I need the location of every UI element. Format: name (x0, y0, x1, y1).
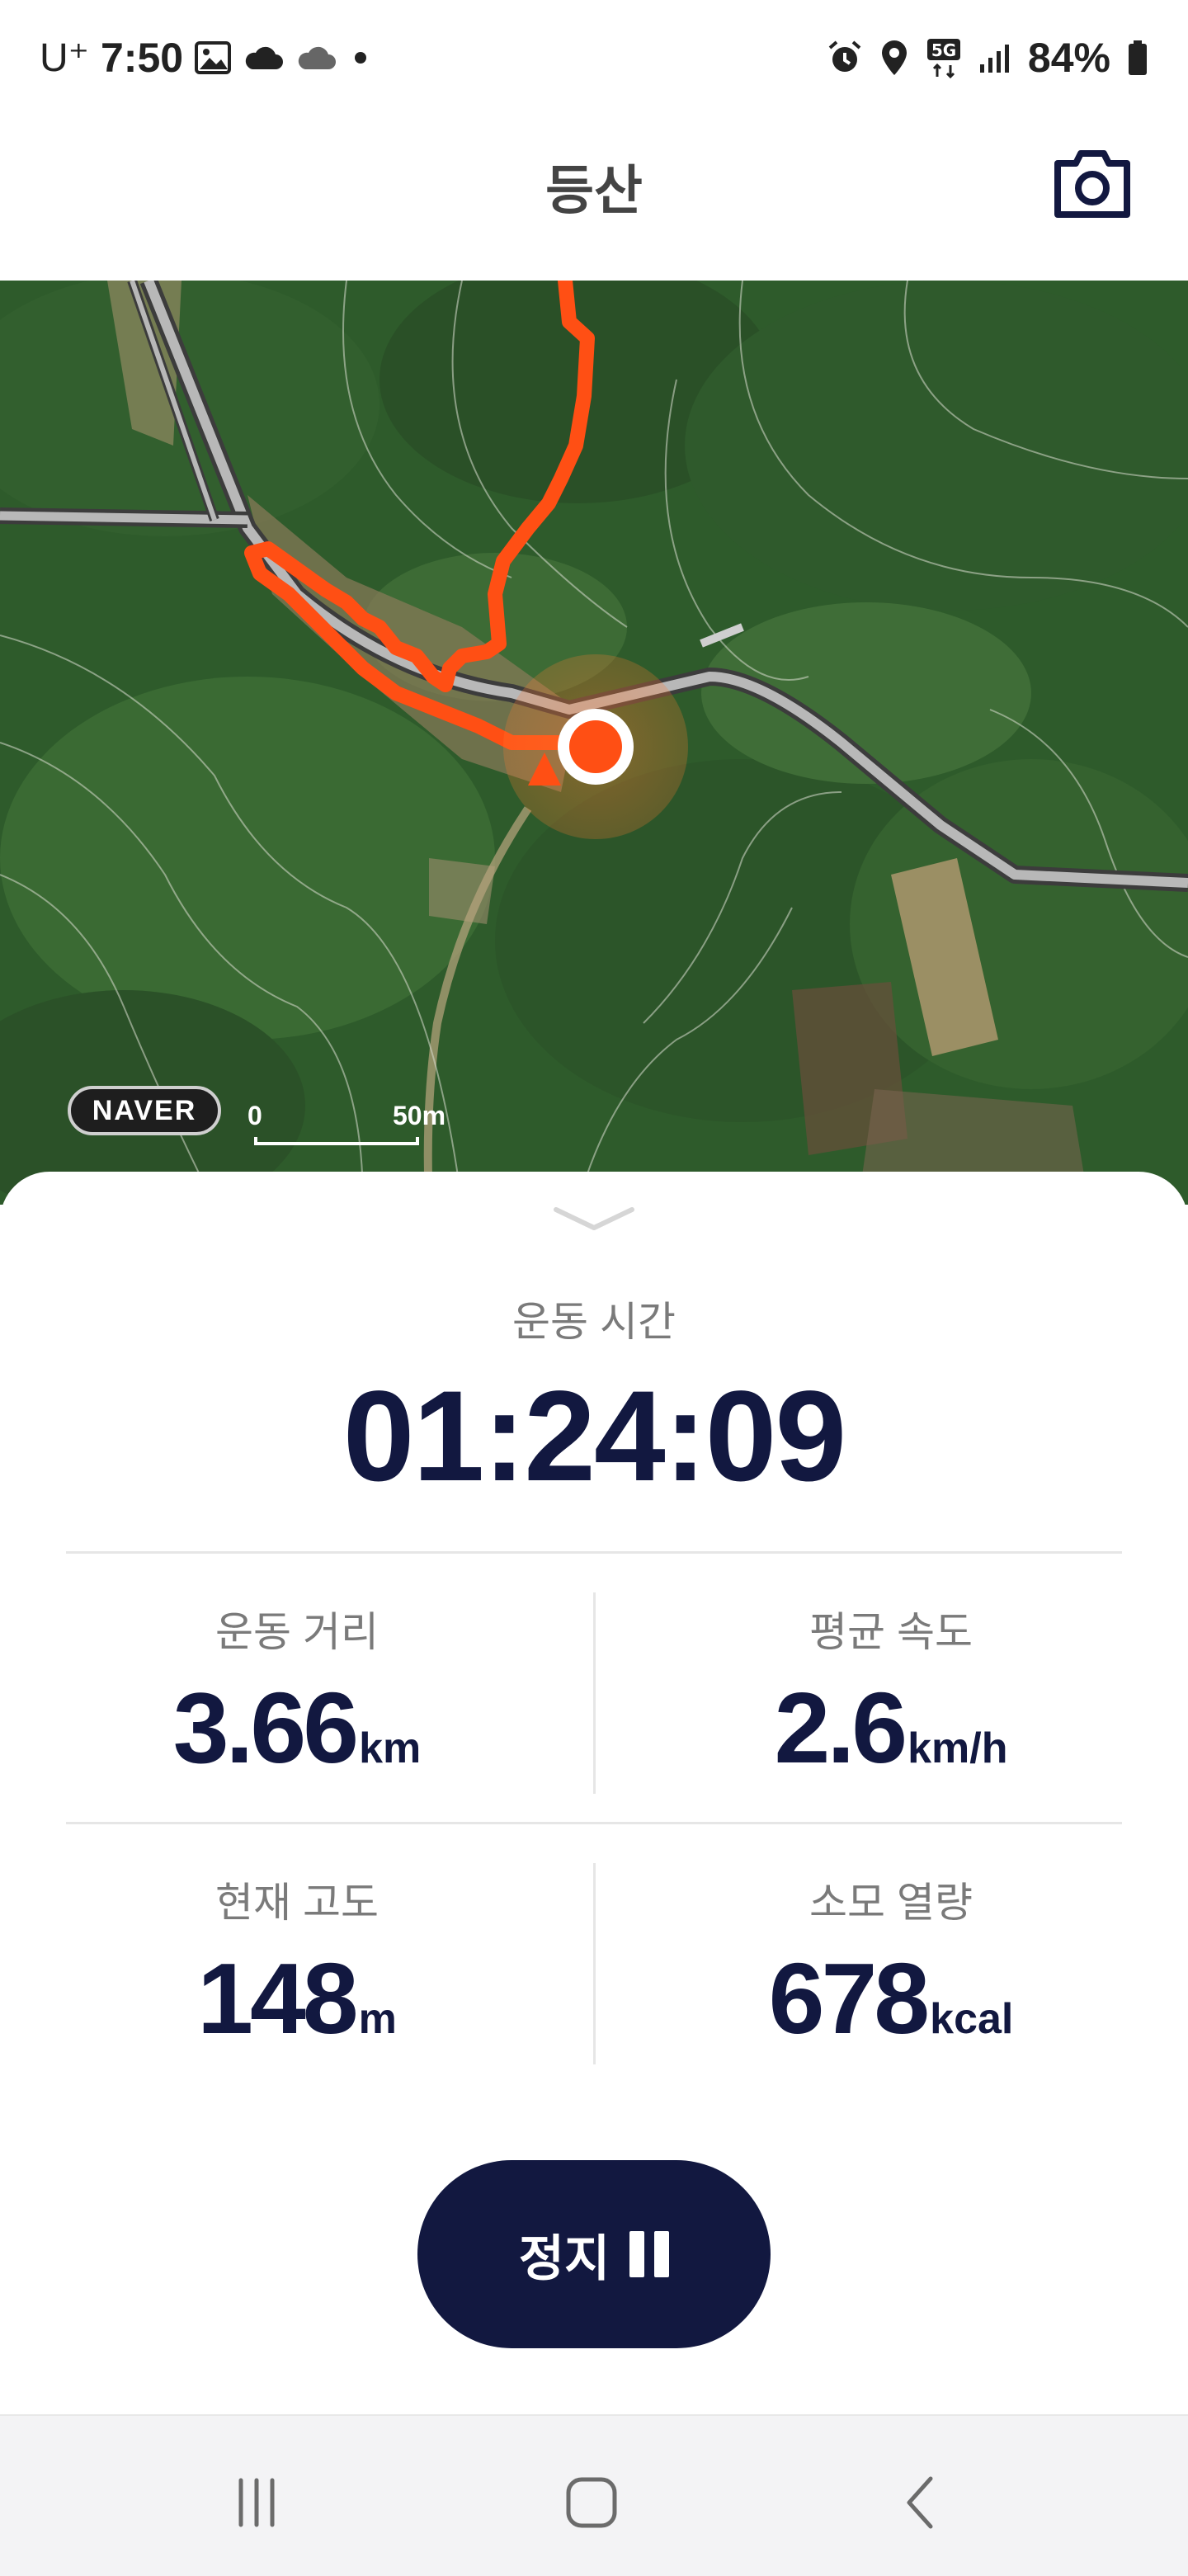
location-icon (879, 39, 909, 77)
status-right: 5G 84% (827, 31, 1148, 84)
divider (66, 1822, 1122, 1824)
camera-button[interactable] (1051, 147, 1134, 221)
stat-calories-value: 678 (768, 1942, 931, 2055)
cloud-icon (243, 45, 284, 71)
signal-icon (978, 41, 1011, 74)
stat-altitude: 현재 고도 148m (0, 1870, 594, 2056)
alarm-icon (827, 40, 863, 76)
scale-bar-line (254, 1137, 419, 1145)
carrier-label: U⁺ (40, 36, 89, 80)
stat-distance-value: 3.66 (172, 1672, 359, 1784)
chevron-down-icon (554, 1207, 634, 1230)
scale-start-label: 0 (248, 1101, 262, 1130)
home-button[interactable] (554, 2465, 629, 2540)
battery-icon (1127, 40, 1148, 76)
svg-text:5G: 5G (931, 40, 956, 60)
stat-distance-unit: km (359, 1724, 422, 1772)
status-bar: U⁺ 7:50 5G 84% (0, 0, 1188, 116)
stat-speed-label: 평균 속도 (809, 1609, 973, 1655)
camera-icon (1054, 150, 1130, 218)
stat-speed-unit: km/h (908, 1724, 1008, 1772)
elapsed-time-label: 운동 시간 (512, 1299, 676, 1345)
collapse-handle[interactable] (551, 1203, 637, 1236)
back-button[interactable] (884, 2465, 959, 2540)
cloud-icon (295, 45, 337, 71)
satellite-map (0, 281, 1188, 1205)
scale-end-label: 50m (393, 1101, 446, 1130)
battery-percent: 84% (1027, 35, 1110, 81)
app-header: 등산 (0, 116, 1188, 281)
stat-speed-value: 2.6 (774, 1672, 908, 1784)
stat-altitude-unit: m (358, 1995, 397, 2043)
stop-button-label: 정지 (518, 2230, 610, 2286)
current-location-marker (503, 654, 688, 839)
map-scale-bar: 0 50m (248, 1101, 454, 1150)
recent-apps-icon (238, 2478, 275, 2527)
stat-altitude-value: 148 (197, 1942, 359, 2055)
5g-icon: 5G (926, 37, 962, 78)
stat-calories-unit: kcal (930, 1995, 1014, 2043)
stat-distance-label: 운동 거리 (215, 1609, 379, 1655)
gallery-icon (195, 41, 232, 74)
dot-icon (348, 50, 373, 66)
stat-altitude-label: 현재 고도 (215, 1880, 379, 1926)
status-left: U⁺ 7:50 (40, 31, 373, 84)
divider (66, 1551, 1122, 1554)
system-nav-bar (0, 2414, 1188, 2576)
status-time: 7:50 (101, 35, 184, 81)
stat-distance: 운동 거리 3.66km (0, 1599, 594, 1786)
recent-apps-button[interactable] (219, 2465, 294, 2540)
naver-logo-badge: NAVER (68, 1086, 221, 1135)
home-icon (566, 2477, 617, 2528)
workout-sheet: 운동 시간 01:24:09 운동 거리 3.66km 평균 속도 2.6km/… (0, 1172, 1188, 2414)
page-title: 등산 (545, 161, 643, 220)
stop-button[interactable]: 정지 (417, 2160, 771, 2348)
stat-speed: 평균 속도 2.6km/h (594, 1599, 1188, 1786)
pause-icon (629, 2231, 670, 2277)
route-map[interactable] (0, 281, 1188, 1205)
elapsed-time-value: 01:24:09 (342, 1365, 846, 1508)
back-icon (907, 2476, 933, 2529)
stat-calories: 소모 열량 678kcal (594, 1870, 1188, 2056)
stat-calories-label: 소모 열량 (809, 1880, 973, 1926)
